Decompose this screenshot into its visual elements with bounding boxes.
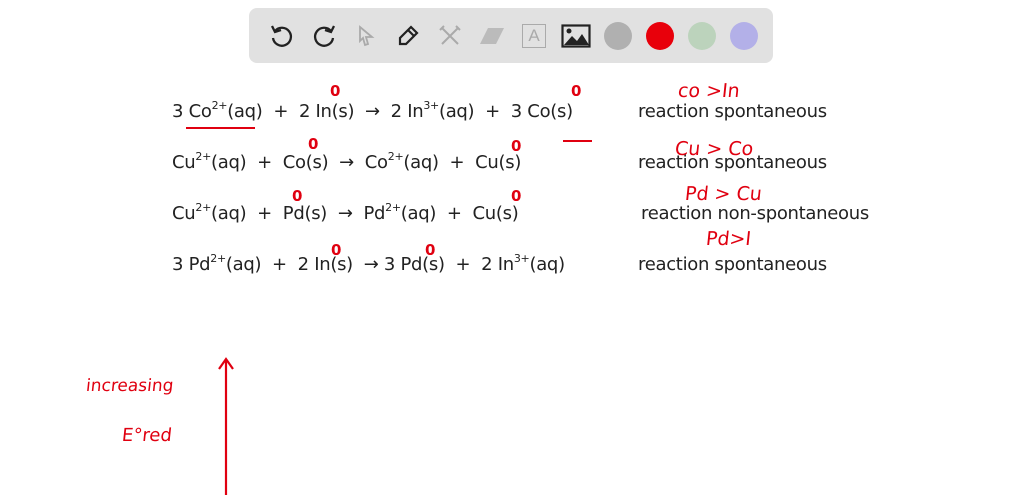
text-icon: A: [522, 23, 546, 48]
drawing-toolbar: A: [249, 8, 773, 63]
reaction-result: reaction spontaneous: [638, 101, 827, 122]
color-red[interactable]: [639, 15, 681, 57]
equation-text: (aq): [529, 254, 565, 275]
pen-button[interactable]: [387, 15, 429, 57]
color-swatch: [688, 21, 716, 50]
select-button[interactable]: [345, 15, 387, 57]
eraser-button[interactable]: [471, 15, 513, 57]
handwritten-pd-gt-cu: Pd > Cu: [683, 183, 763, 205]
charge-superscript: 2+: [385, 201, 401, 214]
equation-text: 3 Co: [172, 101, 212, 122]
equation-2: Cu2+(aq) + Co(s) → Co2+(aq) + Cu(s): [172, 150, 522, 173]
charge-superscript: 3+: [513, 252, 530, 265]
zero-annotation: 0: [331, 241, 342, 259]
reaction-result: reaction non-spontaneous: [641, 203, 869, 224]
color-green[interactable]: [681, 15, 723, 57]
color-purple[interactable]: [723, 15, 765, 57]
equation-text: (aq) + Pd(s) → Pd: [211, 203, 386, 224]
handwritten-increasing: increasing: [84, 376, 175, 396]
handwritten-cu-gt-co: Cu > Co: [673, 138, 755, 160]
handwritten-e-red: E°red: [120, 425, 173, 446]
text-button[interactable]: A: [513, 15, 555, 57]
zero-annotation: 0: [292, 187, 303, 205]
redo-icon: [313, 24, 336, 47]
equation-text: (aq) + Cu(s): [400, 203, 519, 224]
eraser-icon: [480, 27, 504, 44]
zero-annotation: 0: [571, 82, 582, 100]
equation-text: 3 Pd: [172, 254, 211, 275]
equation-text: (aq) + 2 In(s) → 2 In: [227, 101, 424, 122]
charge-superscript: 2+: [195, 150, 212, 163]
zero-annotation: 0: [330, 82, 341, 100]
color-swatch: [604, 21, 632, 50]
equation-text: (aq) + Co(s) → Co: [211, 152, 388, 173]
equation-1: 3 Co2+(aq) + 2 In(s) → 2 In3+(aq) + 3 Co…: [172, 99, 573, 122]
equation-text: Cu: [172, 203, 196, 224]
equation-text: Cu: [172, 152, 196, 173]
increasing-arrow: [218, 357, 234, 495]
equation-4: 3 Pd2+(aq) + 2 In(s) → 3 Pd(s) + 2 In3+(…: [172, 252, 565, 275]
zero-annotation: 0: [511, 187, 522, 205]
color-swatch: [646, 21, 674, 50]
charge-superscript: 2+: [387, 150, 404, 163]
image-icon: [561, 23, 591, 48]
handwritten-co-gt-in: co >In: [676, 80, 741, 102]
underline-annotation: [186, 127, 255, 129]
equation-text: (aq) + 2 In(s) → 3 Pd(s) + 2 In: [225, 254, 514, 275]
zero-annotation: 0: [425, 241, 436, 259]
redo-button[interactable]: [303, 15, 345, 57]
equation-3: Cu2+(aq) + Pd(s) → Pd2+(aq) + Cu(s): [172, 201, 519, 224]
tools-button[interactable]: [429, 15, 471, 57]
zero-annotation: 0: [511, 137, 522, 155]
color-gray[interactable]: [597, 15, 639, 57]
equation-text: (aq) + 3 Co(s): [438, 101, 573, 122]
equation-text: (aq) + Cu(s): [403, 152, 522, 173]
zero-annotation: 0: [308, 135, 319, 153]
charge-superscript: 3+: [423, 99, 439, 112]
undo-icon: [270, 24, 293, 47]
select-icon: [359, 24, 375, 46]
undo-button[interactable]: [261, 15, 303, 57]
charge-superscript: 2+: [210, 252, 226, 265]
tools-icon: [439, 24, 461, 45]
reaction-result: reaction spontaneous: [638, 254, 827, 275]
dash-annotation: [563, 140, 592, 142]
pen-icon: [398, 24, 419, 45]
charge-superscript: 2+: [195, 201, 212, 214]
color-swatch: [730, 21, 758, 50]
image-button[interactable]: [555, 15, 597, 57]
handwritten-pd-gt-in: Pd>I: [704, 228, 753, 250]
charge-superscript: 2+: [211, 99, 228, 112]
